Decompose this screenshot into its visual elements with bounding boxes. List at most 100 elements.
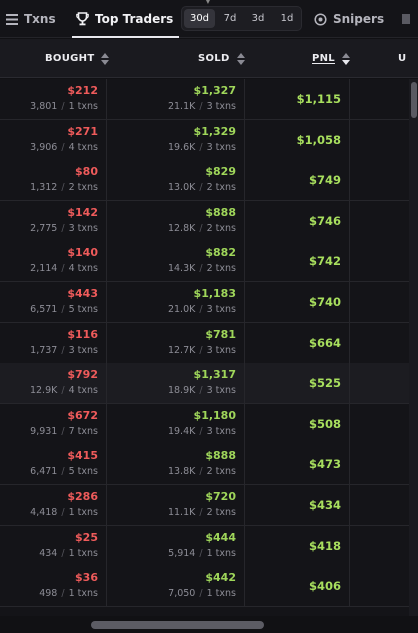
column-header-u[interactable]: U bbox=[398, 39, 406, 78]
sold-cell: $1,327 21.1K / 3 txns bbox=[108, 79, 245, 119]
tab-txns[interactable]: Txns bbox=[6, 0, 56, 38]
bought-detail: 2,775 / 3 txns bbox=[30, 223, 98, 234]
separator: / bbox=[58, 304, 68, 315]
u-cell bbox=[351, 120, 418, 160]
sold-cell: $1,183 21.0K / 3 txns bbox=[108, 282, 245, 322]
column-header-sold[interactable]: SOLD bbox=[198, 39, 245, 78]
bought-cell: $25 434 / 1 txns bbox=[0, 525, 107, 566]
bought-txns: 4 txns bbox=[68, 385, 98, 397]
bought-usd: $792 bbox=[67, 368, 98, 382]
tab-snipers[interactable]: Snipers bbox=[314, 0, 384, 38]
bought-tokens: 2,114 bbox=[30, 263, 58, 275]
vertical-scrollbar[interactable] bbox=[409, 79, 418, 619]
table-row[interactable]: $116 1,737 / 3 txns $781 12.7K / 3 txns $664 bbox=[0, 322, 418, 364]
sold-usd: $1,180 bbox=[193, 408, 236, 422]
tab-bar: Txns Top Traders ▼ 30d 7d 3d 1d Snipers bbox=[0, 0, 418, 38]
column-header-bought[interactable]: BOUGHT bbox=[45, 39, 110, 78]
bought-detail: 4,418 / 1 txns bbox=[30, 507, 98, 518]
column-header-pnl[interactable]: PNL bbox=[312, 39, 350, 78]
separator: / bbox=[196, 141, 206, 153]
period-1d-button[interactable]: 1d bbox=[276, 9, 298, 28]
table-row[interactable]: $672 9,931 / 7 txns $1,180 19.4K / 3 txns $5… bbox=[0, 403, 418, 445]
table-row[interactable]: $271 3,906 / 4 txns $1,329 19.6K / 3 txns $1… bbox=[0, 119, 418, 161]
sold-txns: 2 txns bbox=[206, 182, 236, 194]
bought-cell: $80 1,312 / 2 txns bbox=[0, 160, 107, 201]
u-cell bbox=[351, 282, 418, 322]
bought-tokens: 3,801 bbox=[30, 101, 58, 112]
period-7d-button[interactable]: 7d bbox=[219, 9, 241, 28]
separator: / bbox=[58, 263, 68, 275]
more-tab-icon[interactable] bbox=[398, 10, 418, 28]
pnl-cell: $434 bbox=[246, 485, 350, 525]
bought-tokens: 6,471 bbox=[30, 466, 58, 478]
table-row[interactable]: $80 1,312 / 2 txns $829 13.0K / 2 txns $749 bbox=[0, 160, 418, 202]
u-cell bbox=[351, 323, 418, 363]
pnl-value: $1,115 bbox=[296, 92, 341, 106]
bought-tokens: 1,312 bbox=[30, 182, 58, 194]
tab-txns-label: Txns bbox=[24, 12, 56, 26]
sold-usd: $829 bbox=[205, 165, 236, 179]
table-row[interactable]: $443 6,571 / 5 txns $1,183 21.0K / 3 txns $7… bbox=[0, 282, 418, 323]
sold-detail: 19.6K / 3 txns bbox=[168, 142, 236, 153]
table-row[interactable]: $415 6,471 / 5 txns $888 13.8K / 2 txns $473 bbox=[0, 444, 418, 486]
sold-txns: 3 txns bbox=[206, 385, 236, 397]
crosshair-icon bbox=[314, 12, 327, 26]
sold-cell: $444 5,914 / 1 txns bbox=[108, 525, 245, 566]
table-row[interactable]: $212 3,801 / 1 txns $1,327 21.1K / 3 txns $1… bbox=[0, 79, 418, 120]
u-cell bbox=[351, 485, 418, 525]
sold-detail: 13.8K / 2 txns bbox=[168, 466, 236, 477]
table-row[interactable]: $142 2,775 / 3 txns $888 12.8K / 2 txns $746 bbox=[0, 200, 418, 242]
table-row[interactable]: $286 4,418 / 1 txns $720 11.1K / 2 txns $434 bbox=[0, 485, 418, 526]
table-row[interactable]: $25 434 / 1 txns $444 5,914 / 1 txns $418 bbox=[0, 525, 418, 567]
sold-detail: 19.4K / 3 txns bbox=[168, 426, 236, 437]
separator: / bbox=[58, 222, 68, 234]
pnl-cell: $1,058 bbox=[246, 119, 350, 160]
separator: / bbox=[196, 466, 206, 478]
pnl-value: $418 bbox=[308, 538, 341, 553]
bought-usd: $36 bbox=[75, 571, 98, 585]
pnl-cell: $740 bbox=[246, 282, 350, 322]
u-cell bbox=[351, 444, 418, 484]
bought-tokens: 434 bbox=[39, 547, 58, 559]
table-row[interactable]: $140 2,114 / 4 txns $882 14.3K / 2 txns $742 bbox=[0, 241, 418, 283]
bought-txns: 2 txns bbox=[68, 182, 98, 194]
sold-tokens: 19.4K bbox=[167, 425, 196, 437]
bought-detail: 12.9K / 4 txns bbox=[30, 385, 98, 396]
table-row[interactable]: $36 498 / 1 txns $442 7,050 / 1 txns $406 bbox=[0, 566, 418, 608]
bought-detail: 6,471 / 5 txns bbox=[30, 466, 98, 477]
vertical-scrollbar-thumb[interactable] bbox=[411, 82, 417, 118]
separator: / bbox=[58, 547, 68, 559]
u-cell bbox=[351, 363, 418, 403]
sold-txns: 1 txns bbox=[206, 547, 236, 559]
sold-txns: 1 txns bbox=[206, 588, 236, 600]
sold-cell: $1,180 19.4K / 3 txns bbox=[108, 403, 245, 444]
pnl-value: $434 bbox=[308, 498, 341, 512]
sold-usd: $442 bbox=[205, 571, 236, 585]
separator: / bbox=[196, 182, 206, 194]
sold-tokens: 12.8K bbox=[167, 222, 196, 234]
period-3d-button[interactable]: 3d bbox=[247, 9, 269, 28]
bought-txns: 5 txns bbox=[68, 304, 98, 315]
bought-detail: 6,571 / 5 txns bbox=[30, 304, 98, 315]
tab-top-traders[interactable]: Top Traders bbox=[71, 0, 180, 38]
u-cell bbox=[351, 404, 418, 444]
bought-txns: 7 txns bbox=[68, 425, 98, 437]
separator: / bbox=[58, 507, 68, 518]
bought-tokens: 3,906 bbox=[30, 141, 58, 153]
sold-usd: $882 bbox=[205, 246, 236, 260]
bought-cell: $443 6,571 / 5 txns bbox=[0, 282, 107, 322]
horizontal-scrollbar[interactable] bbox=[0, 616, 418, 633]
horizontal-scrollbar-thumb[interactable] bbox=[91, 621, 264, 629]
sold-usd: $720 bbox=[205, 490, 236, 503]
bought-cell: $36 498 / 1 txns bbox=[0, 566, 107, 607]
table-row[interactable]: $792 12.9K / 4 txns $1,317 18.9K / 3 txns $5… bbox=[0, 363, 418, 405]
bought-txns: 1 txns bbox=[68, 588, 98, 600]
separator: / bbox=[196, 385, 206, 397]
sold-cell: $720 11.1K / 2 txns bbox=[108, 485, 245, 525]
separator: / bbox=[196, 304, 206, 315]
period-30d-button[interactable]: 30d bbox=[184, 9, 215, 28]
bought-detail: 3,906 / 4 txns bbox=[30, 142, 98, 153]
pnl-value: $1,058 bbox=[296, 132, 341, 147]
bought-tokens: 1,737 bbox=[30, 344, 58, 356]
sold-usd: $444 bbox=[205, 530, 236, 544]
